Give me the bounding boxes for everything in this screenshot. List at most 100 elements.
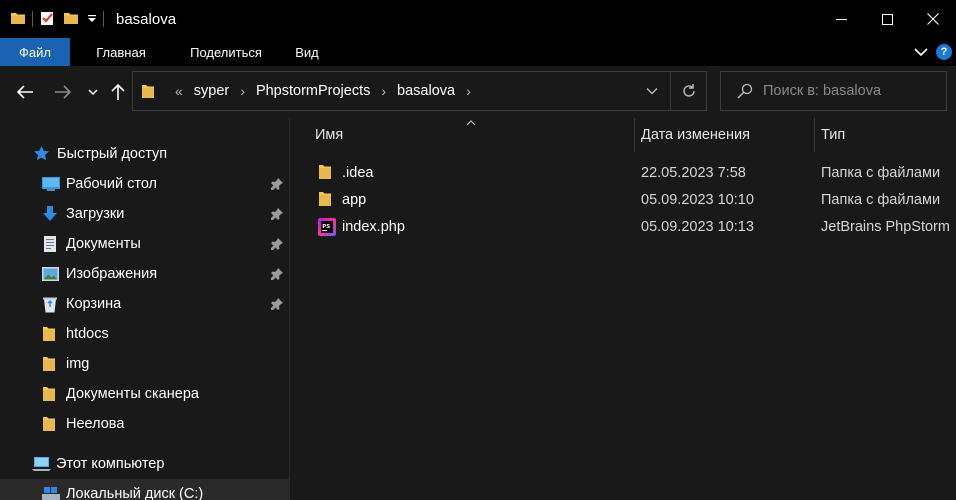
chevron-right-icon[interactable]: ›: [240, 83, 245, 99]
file-list: Имя Дата изменения Тип .idea 22.05.2023 …: [290, 118, 956, 500]
column-separator[interactable]: [634, 118, 635, 152]
phpstorm-file-icon: PS: [318, 218, 336, 236]
title-bar: basalova: [0, 0, 956, 38]
folder-icon: [318, 164, 335, 181]
column-header-type[interactable]: Тип: [821, 118, 951, 152]
pin-icon[interactable]: [270, 297, 283, 313]
file-type: Папка с файлами: [821, 191, 941, 208]
address-history-button[interactable]: [634, 87, 670, 95]
address-bar-controls: [634, 72, 706, 110]
folder-icon: [42, 386, 58, 402]
nav-item-label: Корзина: [66, 296, 122, 312]
file-name: index.php: [342, 218, 405, 235]
new-folder-icon[interactable]: [63, 10, 79, 29]
breadcrumb: « syper › PhpstormProjects › basalova ›: [163, 83, 482, 99]
file-row[interactable]: .idea 22.05.2023 7:58 Папка с файлами: [290, 159, 956, 186]
ribbon-right-controls: ?: [914, 38, 956, 66]
pin-icon[interactable]: [270, 237, 283, 253]
svg-text:PS: PS: [322, 224, 330, 230]
file-type: JetBrains PhpStorm: [821, 218, 950, 235]
nav-item-desktop[interactable]: Рабочий стол: [0, 169, 289, 199]
column-header-name[interactable]: Имя: [315, 118, 633, 152]
breadcrumb-item[interactable]: PhpstormProjects: [256, 83, 370, 99]
tab-home[interactable]: Главная: [70, 38, 172, 66]
tab-file[interactable]: Файл: [0, 38, 70, 66]
back-button[interactable]: [14, 80, 36, 104]
computer-icon: [32, 456, 51, 475]
minimize-button[interactable]: [818, 0, 864, 38]
file-date: 05.09.2023 10:10: [641, 191, 754, 208]
refresh-button[interactable]: [670, 72, 706, 110]
file-type: Папка с файлами: [821, 164, 941, 181]
file-row[interactable]: PS index.php 05.09.2023 10:13 JetBrains …: [290, 213, 956, 240]
folder-icon: [10, 10, 26, 29]
column-separator[interactable]: [814, 118, 815, 152]
folder-icon: [141, 83, 155, 99]
recent-locations-button[interactable]: [86, 80, 100, 104]
search-box[interactable]: Поиск в: basalova: [720, 71, 947, 111]
breadcrumb-item[interactable]: syper: [194, 83, 229, 99]
file-date: 05.09.2023 10:13: [641, 218, 754, 235]
desktop-icon: [42, 176, 60, 192]
file-date: 22.05.2023 7:58: [641, 164, 746, 181]
nav-item-scanner-documents[interactable]: Документы сканера: [0, 379, 289, 409]
file-name: .idea: [342, 164, 374, 181]
pictures-icon: [42, 266, 59, 282]
file-name: app: [342, 191, 367, 208]
nav-item-label: Загрузки: [66, 206, 125, 222]
nav-item-htdocs[interactable]: htdocs: [0, 319, 289, 349]
up-button[interactable]: [108, 80, 128, 104]
nav-item-recycle-bin[interactable]: Корзина: [0, 289, 289, 319]
nav-item-label: Локальный диск (C:): [66, 486, 204, 500]
properties-icon[interactable]: [39, 10, 55, 29]
nav-item-label: img: [66, 356, 90, 372]
pin-icon[interactable]: [270, 177, 283, 193]
pin-icon[interactable]: [270, 267, 283, 283]
nav-local-disk[interactable]: Локальный диск (C:): [0, 479, 289, 500]
window-title: basalova: [116, 10, 177, 28]
nav-quick-access[interactable]: Быстрый доступ: [0, 139, 289, 169]
tab-share[interactable]: Поделиться: [172, 38, 280, 66]
column-header-date[interactable]: Дата изменения: [641, 118, 811, 152]
breadcrumb-item[interactable]: basalova: [397, 83, 455, 99]
nav-item-label: Этот компьютер: [56, 456, 165, 472]
forward-button[interactable]: [52, 80, 74, 104]
nav-item-pictures[interactable]: Изображения: [0, 259, 289, 289]
address-bar[interactable]: « syper › PhpstormProjects › basalova ›: [132, 71, 707, 111]
expand-ribbon-icon[interactable]: [914, 44, 928, 60]
folder-icon: [318, 191, 335, 208]
nav-item-downloads[interactable]: Загрузки: [0, 199, 289, 229]
nav-item-neelova[interactable]: Неелова: [0, 409, 289, 439]
nav-item-label: Рабочий стол: [66, 176, 158, 192]
downloads-icon: [42, 206, 58, 222]
recycle-bin-icon: [42, 296, 58, 313]
maximize-button[interactable]: [864, 0, 910, 38]
documents-icon: [42, 236, 58, 252]
folder-icon: [42, 416, 58, 432]
chevron-right-icon[interactable]: ›: [466, 83, 471, 99]
search-input[interactable]: Поиск в: basalova: [763, 83, 881, 99]
tab-view[interactable]: Вид: [280, 38, 334, 66]
search-icon: [737, 83, 753, 99]
customize-toolbar-icon[interactable]: [87, 10, 97, 29]
quick-access-toolbar: [0, 0, 110, 38]
nav-item-label: Документы сканера: [66, 386, 199, 402]
folder-icon: [42, 326, 58, 342]
nav-item-label: Неелова: [66, 416, 125, 432]
help-button[interactable]: ?: [936, 44, 952, 60]
pin-icon[interactable]: [270, 207, 283, 223]
star-icon: [33, 145, 50, 165]
nav-item-img[interactable]: img: [0, 349, 289, 379]
drive-icon: [42, 486, 60, 500]
file-row[interactable]: app 05.09.2023 10:10 Папка с файлами: [290, 186, 956, 213]
breadcrumb-overflow[interactable]: «: [175, 83, 183, 99]
nav-item-label: Документы: [66, 236, 141, 252]
toolbar-separator: [32, 11, 33, 27]
ribbon-tabs: Файл Главная Поделиться Вид ?: [0, 38, 956, 66]
window-controls: [818, 0, 956, 38]
close-button[interactable]: [910, 0, 956, 38]
chevron-right-icon[interactable]: ›: [381, 83, 386, 99]
toolbar-separator: [103, 11, 104, 27]
nav-item-documents[interactable]: Документы: [0, 229, 289, 259]
nav-this-pc[interactable]: Этот компьютер: [0, 449, 289, 479]
